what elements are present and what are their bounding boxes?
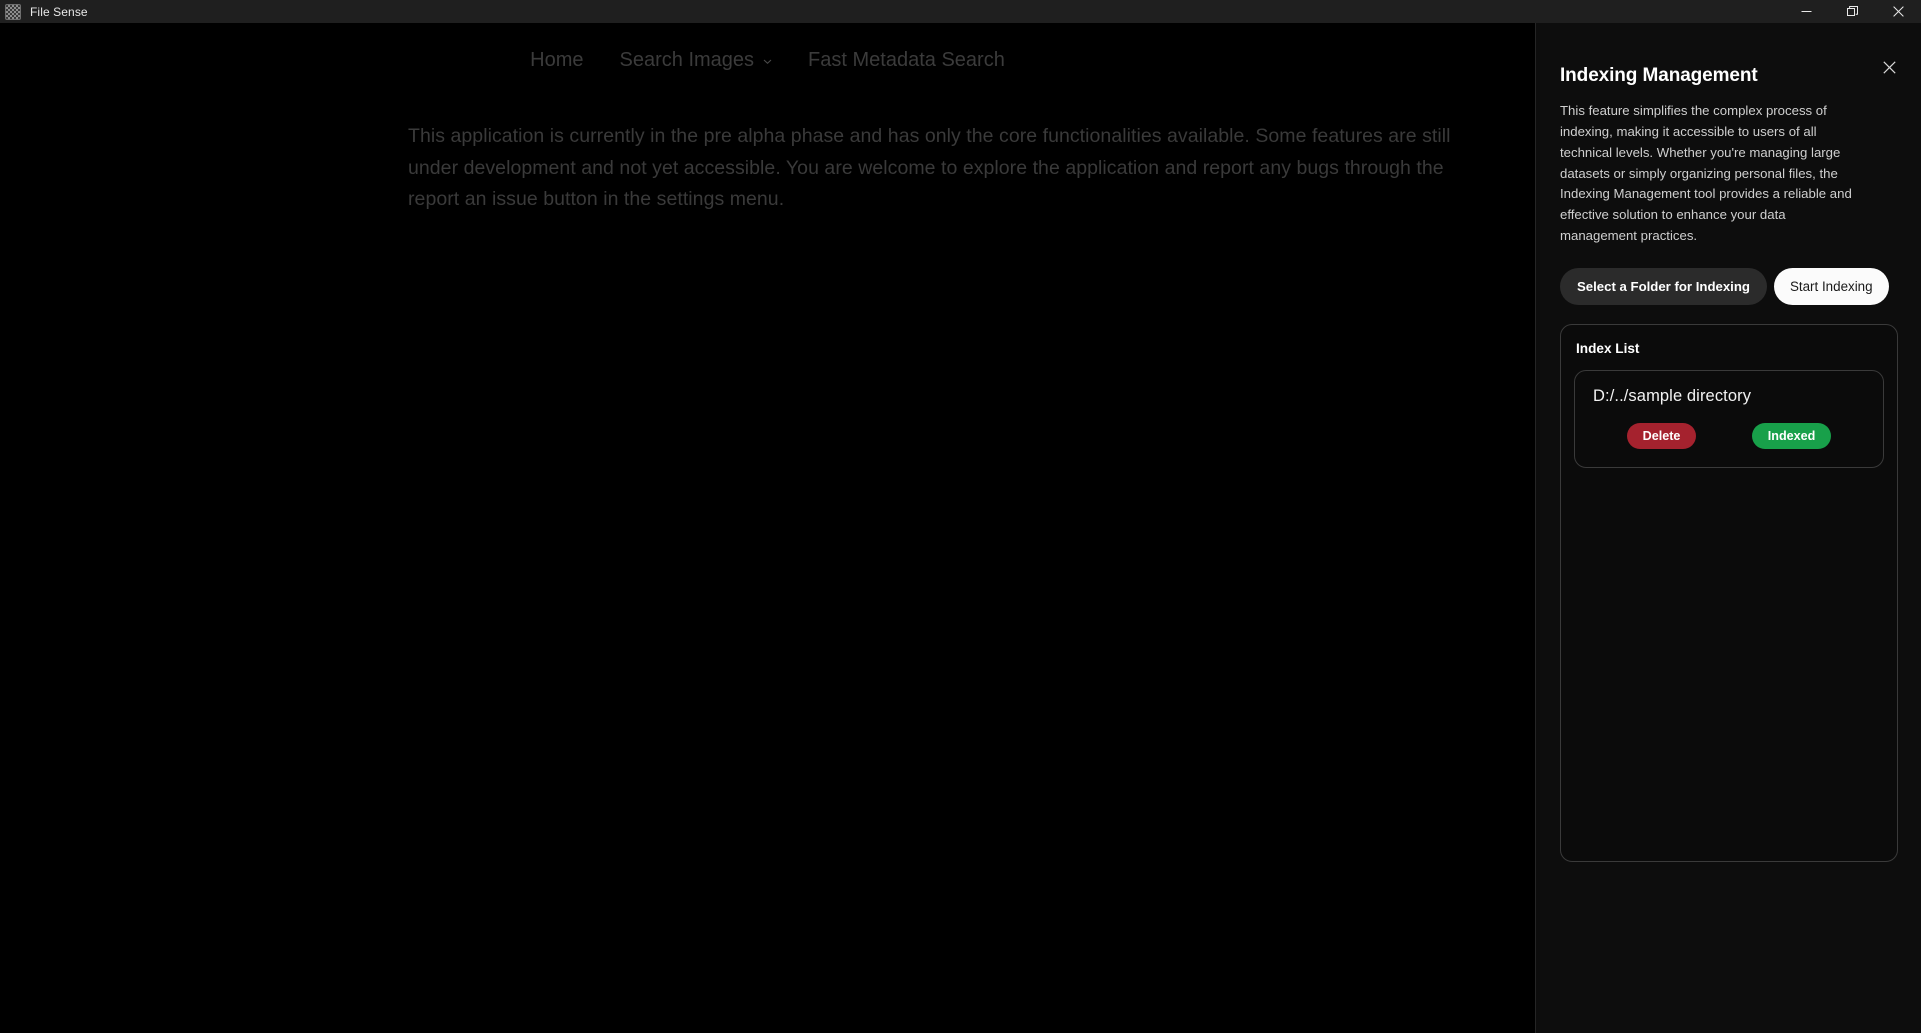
nav-item-label: Home <box>530 49 584 71</box>
panel-action-buttons: Select a Folder for Indexing Start Index… <box>1560 268 1897 306</box>
main-navigation: Home Search Images Fast Metadata Search <box>0 45 1535 76</box>
index-list-item[interactable]: D:/../sample directory Delete Indexed <box>1574 370 1884 469</box>
nav-item-search-images[interactable]: Search Images <box>602 45 791 76</box>
chevron-down-icon <box>763 57 772 66</box>
nav-item-fast-metadata-search[interactable]: Fast Metadata Search <box>790 45 1023 76</box>
panel-description: This feature simplifies the complex proc… <box>1560 103 1852 244</box>
index-list-card: Index List D:/../sample directory Delete… <box>1560 324 1898 863</box>
index-list-title: Index List <box>1576 341 1640 357</box>
delete-button[interactable]: Delete <box>1626 423 1697 450</box>
minimize-icon[interactable] <box>1783 0 1829 23</box>
indexing-management-panel: Indexing Management This feature simplif… <box>1535 23 1921 1033</box>
window-titlebar: File Sense <box>0 0 1921 23</box>
app-body: Home Search Images Fast Metadata Search … <box>0 23 1921 1033</box>
intro-paragraph: This application is currently in the pre… <box>408 125 1451 211</box>
nav-item-home[interactable]: Home <box>512 45 601 76</box>
nav-item-label: Search Images <box>619 49 755 71</box>
index-item-actions: Delete Indexed <box>1593 423 1865 450</box>
window-controls <box>1783 0 1921 23</box>
panel-title: Indexing Management <box>1560 65 1758 86</box>
start-indexing-button[interactable]: Start Indexing <box>1773 268 1889 306</box>
panel-close-icon[interactable] <box>1878 56 1900 78</box>
close-icon[interactable] <box>1875 0 1921 23</box>
select-folder-button[interactable]: Select a Folder for Indexing <box>1560 268 1767 306</box>
main-content: Home Search Images Fast Metadata Search … <box>0 23 1535 1033</box>
restore-icon[interactable] <box>1829 0 1875 23</box>
app-icon <box>5 3 21 20</box>
window-title: File Sense <box>30 4 88 19</box>
indexed-status-badge[interactable]: Indexed <box>1751 423 1832 450</box>
nav-item-label: Fast Metadata Search <box>808 49 1005 71</box>
index-item-path: D:/../sample directory <box>1593 387 1752 406</box>
